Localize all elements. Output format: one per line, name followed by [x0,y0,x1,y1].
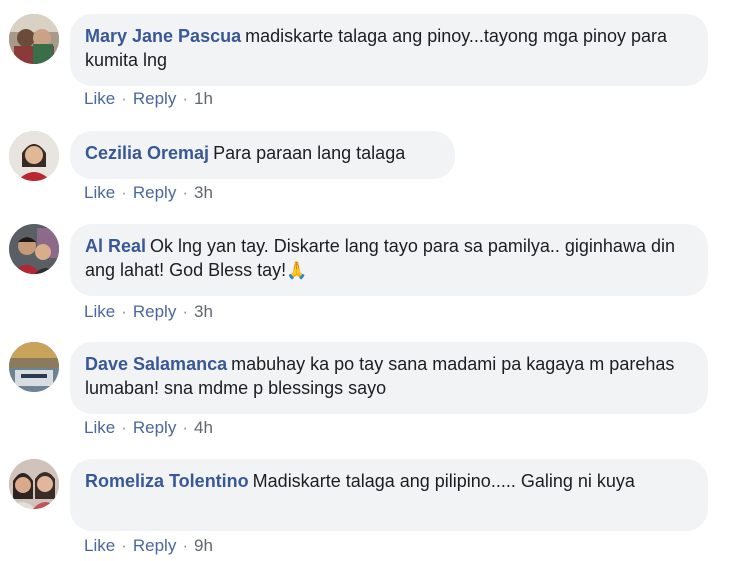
profile-photo-icon [9,224,59,274]
comment-actions: Like · Reply · 3h [84,183,213,203]
reply-link[interactable]: Reply [133,183,176,202]
like-link[interactable]: Like [84,418,115,437]
comment-bubble: Mary Jane Pascua madiskarte talaga ang pi… [70,14,708,86]
avatar[interactable] [9,131,59,181]
comment-list: Mary Jane Pascua madiskarte talaga ang pi… [0,0,750,561]
separator-dot: · [182,536,188,555]
separator-dot: · [121,302,127,321]
separator-dot: · [121,536,127,555]
comment-author-link[interactable]: Romeliza Tolentino [85,471,249,491]
comment-bubble: Cezilia Oremaj Para paraan lang talaga [70,131,455,179]
comment-actions: Like · Reply · 1h [84,89,213,109]
profile-photo-icon [9,459,59,509]
comment-author-link[interactable]: Cezilia Oremaj [85,143,209,163]
comment-author-link[interactable]: Mary Jane Pascua [85,26,241,46]
comment-timestamp[interactable]: 9h [194,536,213,555]
separator-dot: · [182,89,188,108]
reply-link[interactable]: Reply [133,302,176,321]
reply-link[interactable]: Reply [133,89,176,108]
comment-timestamp[interactable]: 4h [194,418,213,437]
comment-timestamp[interactable]: 3h [194,183,213,202]
reply-link[interactable]: Reply [133,536,176,555]
comment-text: Para paraan lang talaga [213,143,406,163]
profile-photo-icon [9,14,59,64]
avatar[interactable] [9,14,59,64]
like-link[interactable]: Like [84,89,115,108]
separator-dot: · [121,418,127,437]
separator-dot: · [121,183,127,202]
reply-link[interactable]: Reply [133,418,176,437]
comment-actions: Like · Reply · 9h [84,536,213,556]
comment-text: Ok lng yan tay. Diskarte lang tayo para … [85,236,675,280]
comment-timestamp[interactable]: 3h [194,302,213,321]
comment-author-link[interactable]: Dave Salamanca [85,354,227,374]
like-link[interactable]: Like [84,183,115,202]
comment-bubble: Al Real Ok lng yan tay. Diskarte lang tay… [70,224,708,296]
avatar[interactable] [9,342,59,392]
separator-dot: · [182,418,188,437]
avatar[interactable] [9,459,59,509]
comment-bubble: Romeliza Tolentino Madiskarte talaga ang … [70,459,708,531]
like-link[interactable]: Like [84,536,115,555]
profile-photo-icon [9,342,59,392]
like-link[interactable]: Like [84,302,115,321]
profile-photo-icon [9,131,59,181]
avatar[interactable] [9,224,59,274]
comment-actions: Like · Reply · 3h [84,302,213,322]
separator-dot: · [121,89,127,108]
comment-actions: Like · Reply · 4h [84,418,213,438]
praying-hands-emoji-icon: 🙏 [286,261,308,280]
separator-dot: · [182,302,188,321]
comment-author-link[interactable]: Al Real [85,236,146,256]
comment-text: Madiskarte talaga ang pilipino..... Gali… [252,471,635,491]
separator-dot: · [182,183,188,202]
comment-timestamp[interactable]: 1h [194,89,213,108]
comment-bubble: Dave Salamanca mabuhay ka po tay sana mad… [70,342,708,414]
